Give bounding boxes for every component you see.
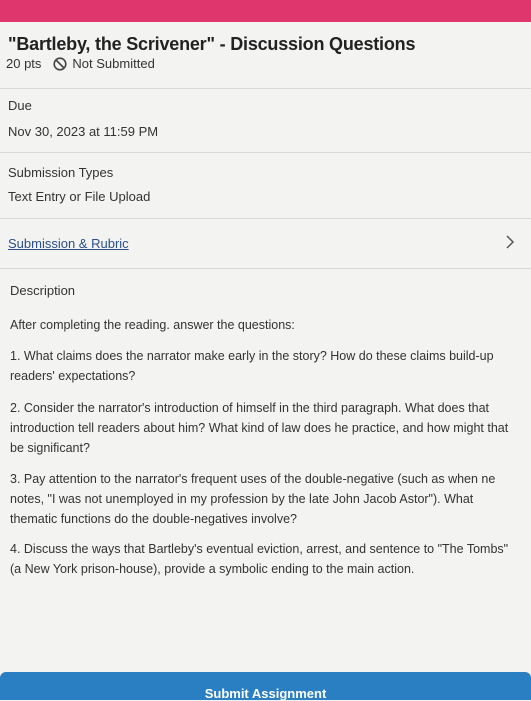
points: 20 pts [6, 56, 42, 71]
question-item: 1. What claims does the narrator make ea… [10, 349, 494, 383]
status-text: Not Submitted [72, 56, 155, 71]
due-label: Due [8, 98, 32, 113]
question-item: 4. Discuss the ways that Bartleby's even… [10, 542, 509, 576]
divider [0, 88, 531, 89]
description-heading: Description [10, 283, 76, 298]
assignment-meta: 20 pts Not Submitted [6, 56, 155, 71]
question-item: 3. Pay attention to the narrator's frequ… [10, 472, 496, 526]
description-intro: After completing the reading. answer the… [10, 318, 295, 332]
submission-rubric-link[interactable]: Submission & Rubric [8, 236, 129, 251]
chevron-right-icon[interactable] [504, 234, 516, 250]
divider [0, 218, 531, 219]
divider [0, 268, 531, 269]
submission-types-value: Text Entry or File Upload [8, 189, 151, 204]
submission-types-label: Submission Types [8, 165, 114, 180]
question-item: 2. Consider the narrator's introduction … [10, 401, 509, 455]
submission-status: Not Submitted [53, 56, 155, 71]
page-title: "Bartleby, the Scrivener" - Discussion Q… [8, 34, 416, 54]
top-bar [0, 0, 531, 22]
not-submitted-icon [53, 56, 68, 71]
divider [0, 152, 531, 153]
submit-assignment-button[interactable]: Submit Assignment [0, 686, 531, 701]
due-value: Nov 30, 2023 at 11:59 PM [8, 124, 159, 139]
